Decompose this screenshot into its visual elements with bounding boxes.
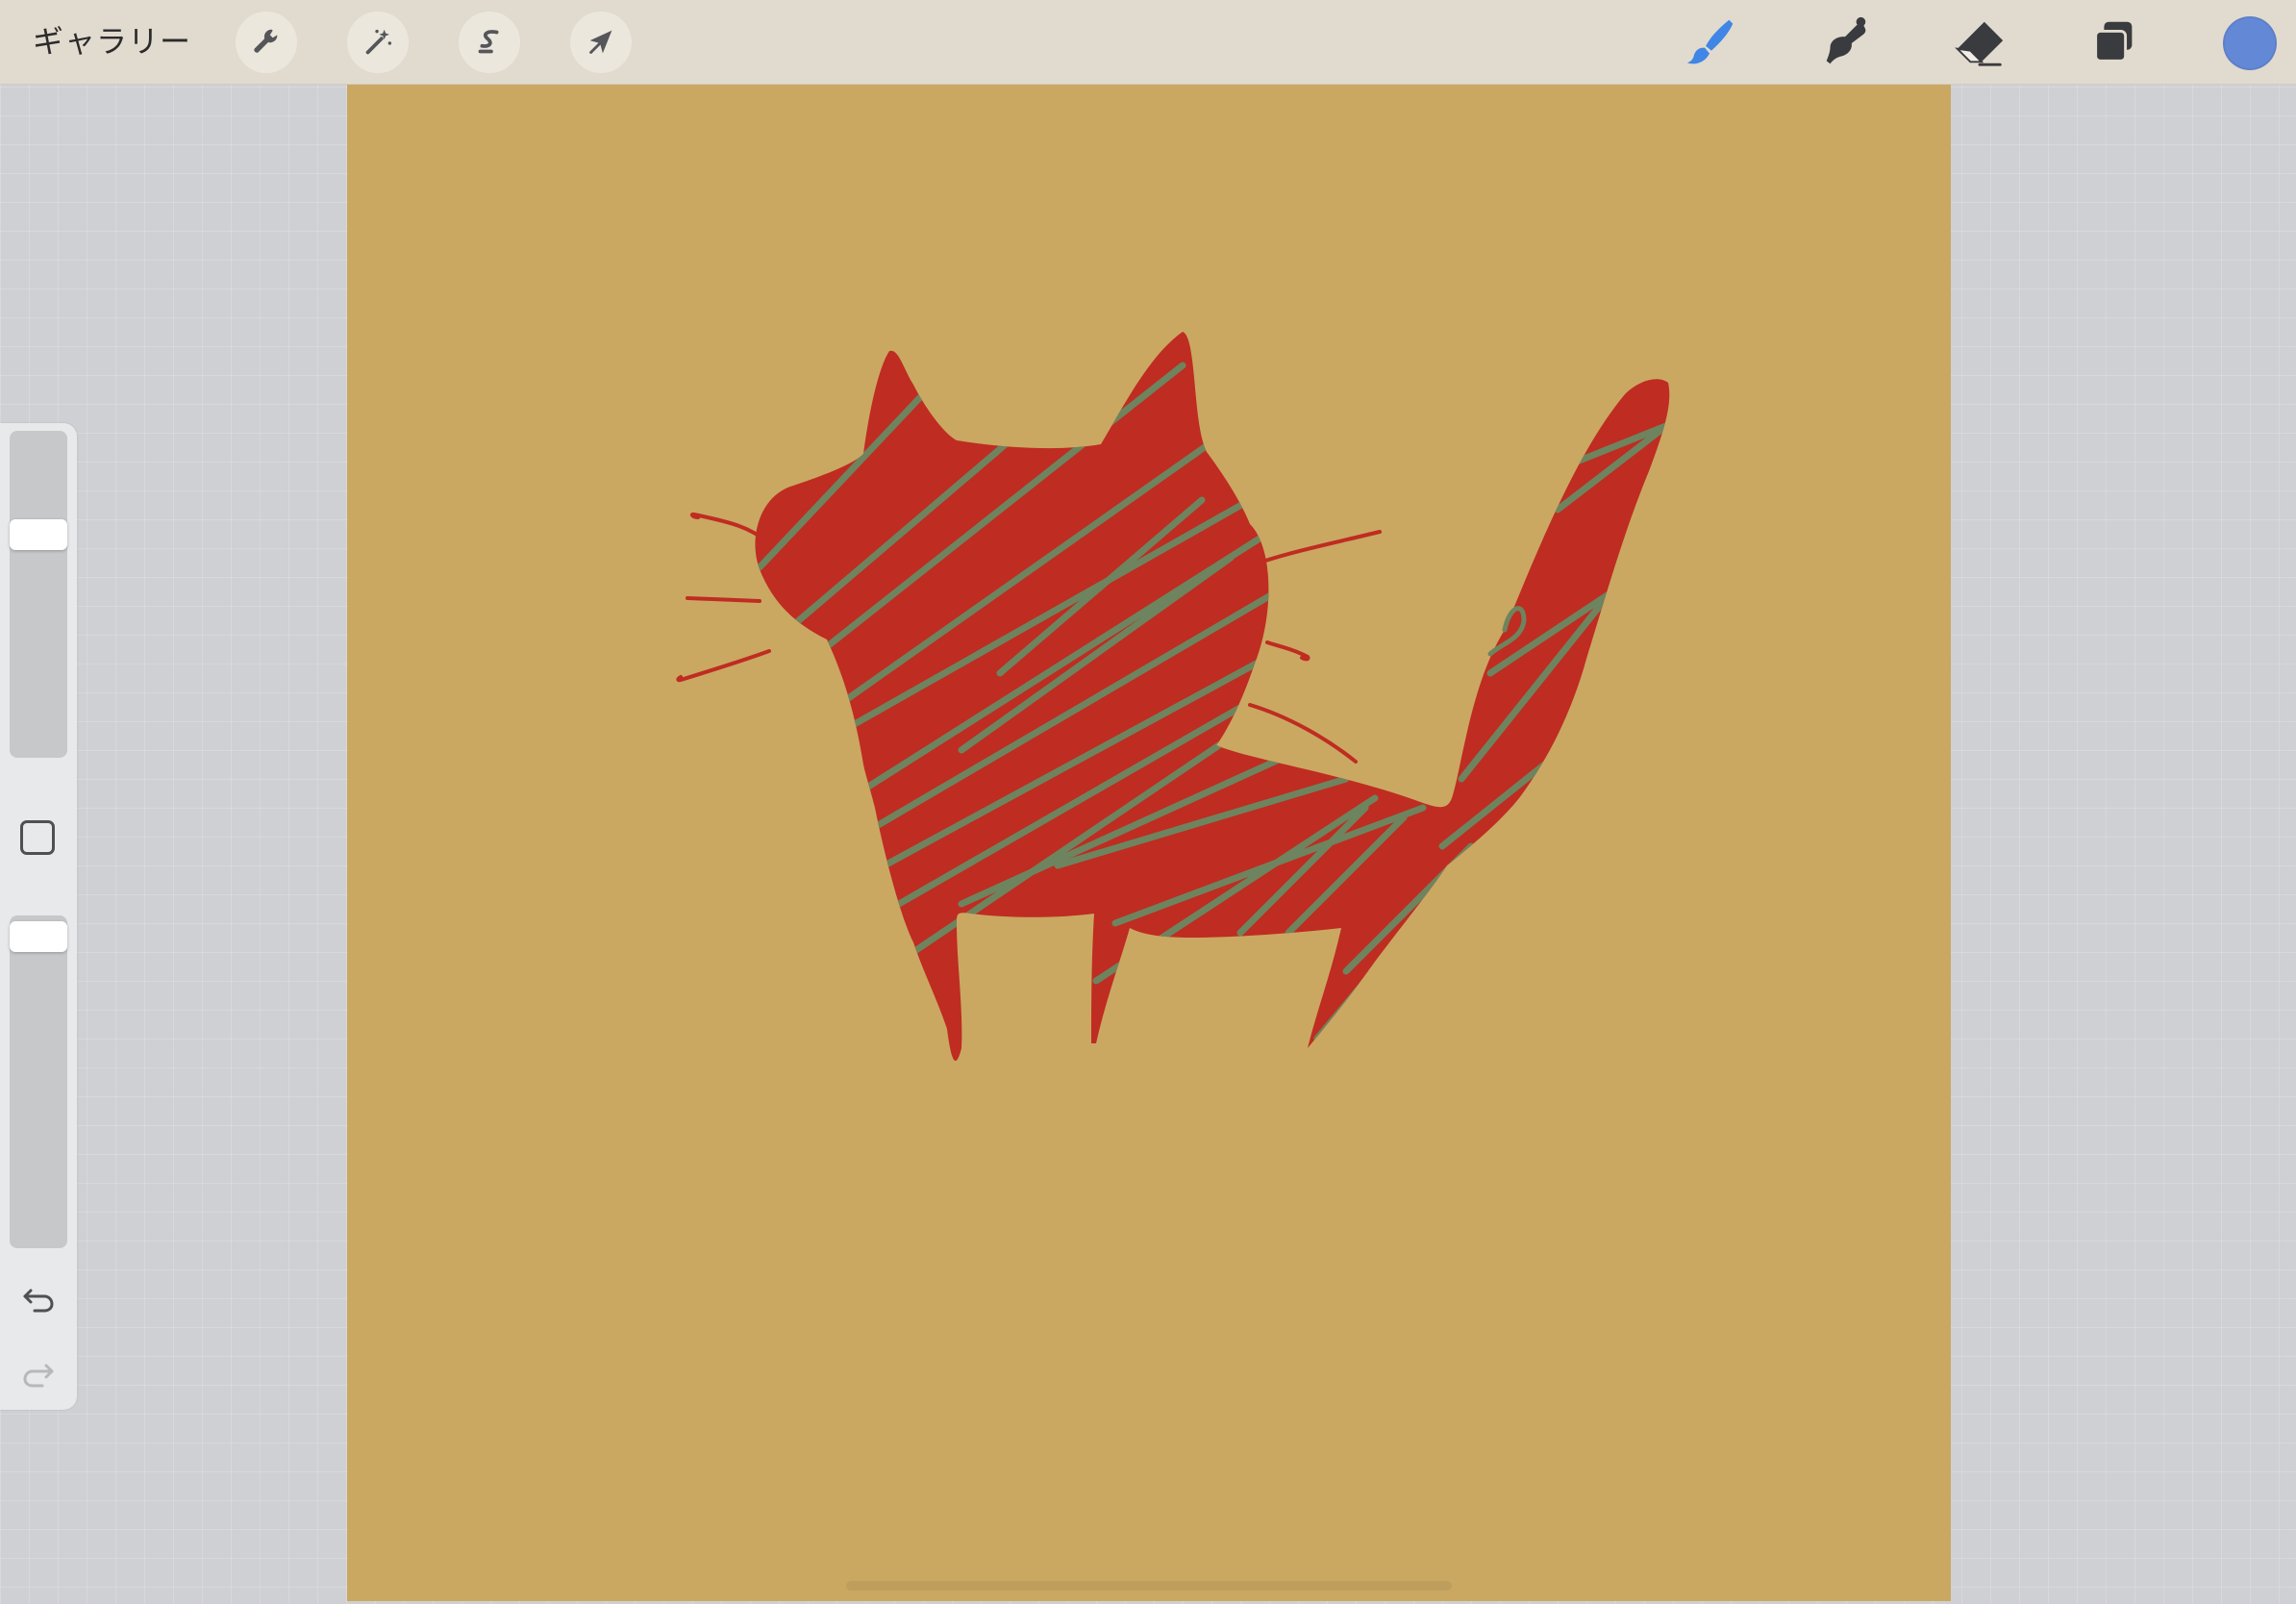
undo-button[interactable] <box>17 1279 60 1321</box>
cat-drawing <box>676 332 1670 1062</box>
adjustments-button[interactable] <box>347 12 409 73</box>
transform-arrow-icon <box>589 30 612 54</box>
wrench-icon <box>254 29 278 53</box>
opacity-thumb[interactable] <box>10 921 67 952</box>
brush-tool[interactable] <box>1678 12 1743 73</box>
layers-icon <box>2094 21 2133 63</box>
layers-button[interactable] <box>2082 12 2147 73</box>
home-indicator <box>846 1581 1452 1591</box>
undo-icon <box>23 1289 54 1313</box>
color-picker-button[interactable] <box>2223 16 2277 70</box>
magic-wand-icon <box>365 29 392 55</box>
opacity-slider[interactable] <box>10 915 67 1248</box>
modify-button[interactable] <box>20 820 55 855</box>
brush-size-thumb[interactable] <box>10 519 67 550</box>
eraser-tool[interactable] <box>1947 12 2012 73</box>
brush-sidebar <box>0 423 77 1410</box>
actions-button[interactable] <box>236 12 297 73</box>
eraser-icon <box>1955 21 2004 66</box>
gallery-button[interactable]: ギャラリー <box>33 17 191 65</box>
redo-button[interactable] <box>17 1354 60 1396</box>
selection-icon <box>478 30 499 54</box>
drawing-canvas[interactable] <box>347 85 1951 1601</box>
brush-icon <box>1686 19 1734 64</box>
selection-button[interactable] <box>459 12 520 73</box>
smudge-icon <box>1826 16 1866 64</box>
redo-icon <box>23 1364 54 1388</box>
top-toolbar: ギャラリー <box>0 0 2296 85</box>
smudge-tool[interactable] <box>1812 12 1878 73</box>
brush-size-slider[interactable] <box>10 431 67 758</box>
transform-button[interactable] <box>570 12 632 73</box>
